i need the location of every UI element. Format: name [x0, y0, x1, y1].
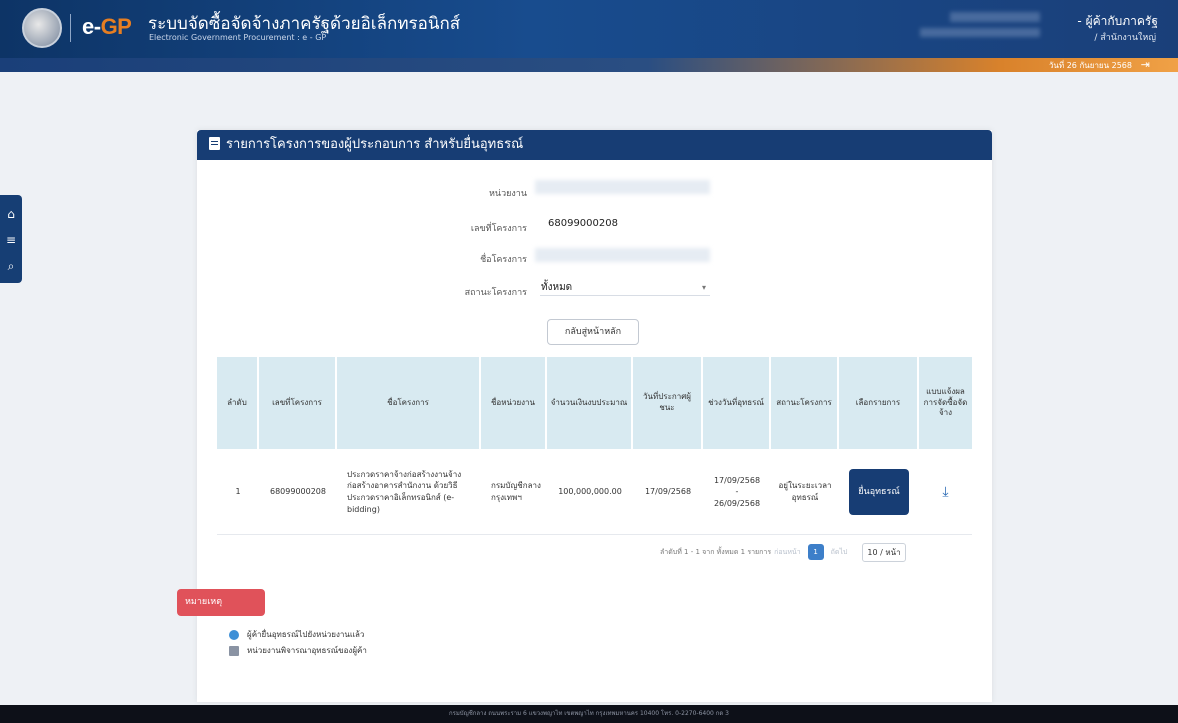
col-appeal-period: ช่วงวันที่อุทธรณ์: [703, 357, 771, 449]
status-select[interactable]: ทั้งหมด: [541, 280, 572, 295]
pagination-summary: ลำดับที่ 1 - 1 จาก ทั้งหมด 1 รายการ: [660, 547, 772, 556]
project-name-input[interactable]: [535, 248, 710, 262]
user-org: / สำนักงานใหญ่: [1094, 33, 1156, 43]
prev-page-button[interactable]: ก่อนหน้า: [774, 547, 801, 558]
top-header: e-GP ระบบจัดซื้อจัดจ้างภาครัฐด้วยอิเล็กท…: [0, 0, 1178, 58]
legend-text: หน่วยงานพิจารณาอุทธรณ์ของผู้ค้า: [247, 646, 367, 655]
document-icon: [209, 137, 220, 150]
logout-icon[interactable]: ⇥: [1141, 58, 1150, 71]
row-project-name: ประกวดราคาจ้างก่อสร้างงานจ้างก่อสร้างอาค…: [347, 469, 462, 514]
row-budget: 100,000,000.00: [558, 487, 622, 497]
legend-item-submitted: ผู้ค้ายื่นอุทธรณ์ไปยังหน่วยงานแล้ว: [229, 628, 364, 641]
col-action: เลือกรายการ: [839, 357, 919, 449]
legend-item-review: หน่วยงานพิจารณาอุทธรณ์ของผู้ค้า: [229, 644, 367, 657]
project-no-label: เลขที่โครงการ: [470, 224, 527, 234]
menu-icon[interactable]: ≡: [0, 227, 22, 253]
project-no-input[interactable]: 68099000208: [548, 218, 618, 229]
logo-gp: GP: [100, 14, 132, 39]
next-page-button[interactable]: ถัดไป: [831, 547, 848, 558]
page-1-button[interactable]: 1: [807, 544, 824, 560]
status-select-underline: [540, 295, 710, 296]
col-budget: จำนวนเงินงบประมาณ: [547, 357, 633, 449]
notes-tab: หมายเหตุ: [177, 589, 265, 616]
table-header: ลำดับ เลขที่โครงการ ชื่อโครงการ ชื่อหน่ว…: [217, 357, 972, 449]
row-project-no: 68099000208: [270, 487, 326, 497]
system-subtitle: Electronic Government Procurement : e - …: [149, 33, 327, 42]
row-agency: กรมบัญชีกลาง กรุงเทพฯ: [491, 481, 541, 502]
download-icon[interactable]: ⤓: [942, 484, 948, 500]
appeal-to: 26/09/2568: [713, 498, 761, 508]
col-result-form: แบบแจ้งผลการจัดซื้อจัดจ้าง: [923, 386, 968, 418]
col-no: ลำดับ: [217, 357, 259, 449]
col-agency: ชื่อหน่วยงาน: [481, 357, 547, 449]
col-project-name: ชื่อโครงการ: [337, 357, 481, 449]
row-status: อยู่ในระยะเวลาอุทธรณ์: [778, 481, 832, 502]
footer: กรมบัญชีกลาง ถนนพระราม 6 แขวงพญาไท เขตพญ…: [0, 705, 1178, 723]
header-divider: [70, 14, 71, 42]
table-row: 1 68099000208 ประกวดราคาจ้างก่อสร้างงานจ…: [217, 449, 972, 535]
submit-appeal-button[interactable]: ยื่นอุทธรณ์: [849, 469, 909, 515]
user-name-redacted: [950, 12, 1040, 22]
document-icon: [229, 645, 239, 656]
col-announce-date: วันที่ประกาศผู้ชนะ: [633, 357, 703, 449]
appeal-from: 17/09/2568: [713, 475, 761, 485]
user-id-redacted: [920, 28, 1040, 37]
project-name-label: ชื่อโครงการ: [480, 255, 527, 265]
appeal-separator: -: [735, 487, 739, 497]
egp-logo[interactable]: e-GP: [82, 14, 132, 40]
search-icon[interactable]: ⌕: [0, 253, 22, 279]
chevron-down-icon[interactable]: ▾: [702, 283, 706, 292]
agency-label: หน่วยงาน: [488, 189, 527, 199]
row-announce-date: 17/09/2568: [644, 487, 692, 497]
row-result-form-cell: ⤓: [919, 449, 972, 535]
agency-field-redacted[interactable]: [535, 180, 710, 194]
status-bar: [0, 58, 1178, 72]
globe-icon: [229, 629, 239, 640]
current-date: วันที่ 26 กันยายน 2568: [1048, 61, 1132, 70]
back-to-main-button[interactable]: กลับสู่หน้าหลัก: [547, 319, 639, 345]
col-status: สถานะโครงการ: [771, 357, 839, 449]
row-appeal-period: 17/09/2568 - 26/09/2568: [703, 449, 771, 535]
status-label: สถานะโครงการ: [464, 288, 527, 298]
side-menu: ⌂ ≡ ⌕: [0, 195, 22, 283]
government-emblem-icon: [22, 8, 62, 48]
pagination: ลำดับที่ 1 - 1 จาก ทั้งหมด 1 รายการ ก่อน…: [660, 542, 906, 562]
legend-text: ผู้ค้ายื่นอุทธรณ์ไปยังหน่วยงานแล้ว: [247, 630, 365, 639]
home-icon[interactable]: ⌂: [0, 201, 22, 227]
card-header: รายการโครงการของผู้ประกอบการ สำหรับยื่นอ…: [197, 130, 992, 160]
row-no: 1: [235, 487, 241, 497]
card-title: รายการโครงการของผู้ประกอบการ สำหรับยื่นอ…: [226, 137, 524, 152]
user-role: - ผู้ค้ากับภาครัฐ: [1077, 14, 1158, 28]
logo-e: e-: [82, 14, 101, 39]
row-action-cell: ยื่นอุทธรณ์: [839, 449, 919, 535]
col-project-no: เลขที่โครงการ: [259, 357, 337, 449]
page-size-select[interactable]: 10 / หน้า: [862, 542, 906, 562]
